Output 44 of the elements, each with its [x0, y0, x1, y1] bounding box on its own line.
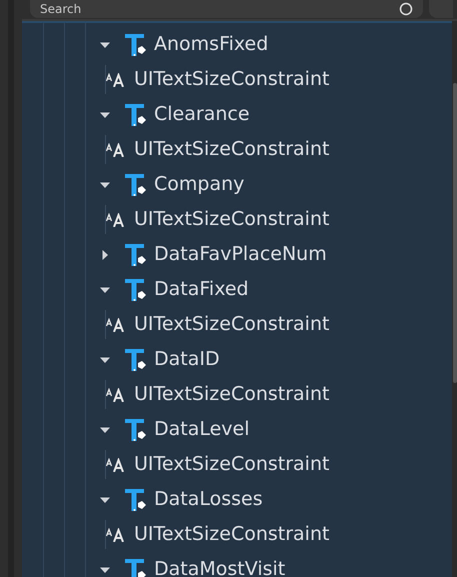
caret-down-icon[interactable]: [100, 424, 110, 434]
text-tag-icon: [125, 244, 147, 266]
tree-item[interactable]: AnomsFixed: [154, 35, 268, 54]
text-tag-icon: [125, 104, 147, 126]
tree-item[interactable]: UITextSizeConstraint: [134, 140, 330, 159]
tree-item[interactable]: DataLevel: [154, 420, 250, 439]
text-tag-icon: [125, 348, 147, 370]
caret-down-icon[interactable]: [100, 354, 110, 364]
text-size-icon: [106, 458, 126, 472]
tree-item[interactable]: DataID: [154, 350, 220, 369]
text-tag-icon: [125, 278, 147, 300]
text-tag-icon: [125, 174, 147, 196]
tree-item[interactable]: Clearance: [154, 105, 250, 124]
tree-item[interactable]: UITextSizeConstraint: [134, 210, 330, 229]
caret-down-icon[interactable]: [100, 110, 110, 120]
tree-item[interactable]: DataMostVisit: [154, 560, 286, 577]
text-size-icon: [106, 212, 126, 226]
text-tag-icon: [125, 34, 147, 56]
text-tag-icon: [125, 488, 147, 510]
tree-item[interactable]: UITextSizeConstraint: [134, 315, 330, 334]
scrollbar[interactable]: [453, 83, 457, 383]
caret-down-icon[interactable]: [100, 180, 110, 190]
text-tag-icon: [125, 418, 147, 440]
caret-right-icon[interactable]: [100, 250, 110, 260]
tree-item[interactable]: UITextSizeConstraint: [134, 455, 330, 474]
tree-item[interactable]: DataLosses: [154, 490, 263, 509]
text-size-icon: [106, 318, 126, 332]
caret-down-icon[interactable]: [100, 564, 110, 574]
caret-down-icon[interactable]: [100, 494, 110, 504]
tree-item[interactable]: DataFixed: [154, 280, 249, 299]
search-icon: [399, 2, 413, 16]
caret-down-icon[interactable]: [100, 40, 110, 50]
text-size-icon: [106, 142, 126, 156]
text-size-icon: [106, 388, 126, 402]
tree-item[interactable]: UITextSizeConstraint: [134, 70, 330, 89]
tree-item[interactable]: DataFavPlaceNum: [154, 245, 327, 264]
text-size-icon: [106, 528, 126, 542]
caret-down-icon[interactable]: [100, 284, 110, 294]
tree-item[interactable]: UITextSizeConstraint: [134, 525, 330, 544]
text-size-icon: [106, 72, 126, 86]
text-tag-icon: [125, 558, 147, 577]
tree-item[interactable]: Company: [154, 175, 244, 194]
tree-item[interactable]: UITextSizeConstraint: [134, 385, 330, 404]
search-field[interactable]: Search: [30, 0, 423, 18]
